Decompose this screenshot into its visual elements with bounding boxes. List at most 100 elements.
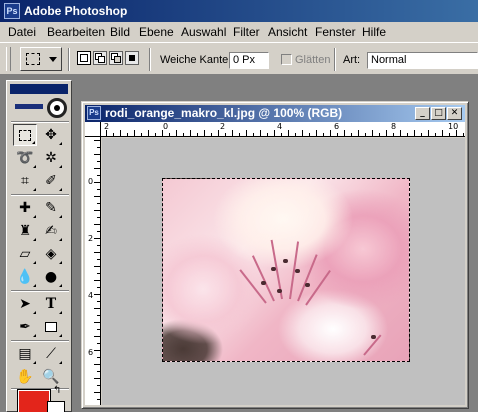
- hruler-tick: [330, 130, 331, 136]
- hruler-tick: [148, 130, 149, 136]
- menu-ebene[interactable]: Ebene: [139, 25, 174, 39]
- swap-colors-icon[interactable]: ↰: [53, 385, 61, 396]
- hruler-tick: [281, 133, 282, 136]
- magic-wand-tool-icon[interactable]: ✲: [39, 147, 63, 169]
- foreground-color-swatch[interactable]: [17, 389, 51, 412]
- healing-brush-tool-icon[interactable]: ✚: [13, 197, 37, 219]
- hruler-tick: [218, 130, 219, 136]
- photoshop-app-icon[interactable]: Ps: [4, 3, 20, 19]
- vruler-tick: [94, 266, 100, 267]
- menu-auswahl[interactable]: Auswahl: [181, 25, 226, 39]
- vruler-tick: [94, 378, 100, 379]
- menu-datei[interactable]: Datei: [8, 25, 36, 39]
- hruler-tick: [386, 130, 387, 136]
- hruler-tick: [393, 133, 394, 136]
- app-title: Adobe Photoshop: [24, 4, 128, 18]
- hruler-tick: [421, 133, 422, 136]
- vertical-ruler[interactable]: 0 2 4 6: [85, 137, 101, 405]
- hruler-tick: [183, 133, 184, 136]
- vruler-tick: [94, 364, 100, 365]
- hruler-tick: [365, 133, 366, 136]
- eye-icon: [47, 98, 67, 118]
- vruler-tick: [97, 203, 100, 204]
- blur-tool-icon[interactable]: 💧: [13, 266, 37, 288]
- menu-ansicht[interactable]: Ansicht: [268, 25, 307, 39]
- hruler-tick: [449, 133, 450, 136]
- lasso-tool-icon[interactable]: ➰: [13, 147, 37, 169]
- pen-tool-icon[interactable]: ✒: [13, 316, 37, 338]
- horizontal-ruler[interactable]: 2 0 2 4 6 8 10: [101, 122, 465, 137]
- vruler-label: 0: [88, 177, 94, 186]
- hruler-tick: [141, 133, 142, 136]
- hruler-tick: [407, 133, 408, 136]
- maximize-button[interactable]: □: [431, 107, 446, 120]
- subtract-selection-button[interactable]: [109, 51, 123, 65]
- vruler-tick: [97, 399, 100, 400]
- menu-bearbeiten[interactable]: Bearbeiten: [47, 25, 105, 39]
- eraser-tool-icon[interactable]: ▱: [13, 243, 37, 265]
- hand-tool-icon[interactable]: ✋: [13, 366, 37, 388]
- new-selection-icon: [80, 54, 88, 62]
- type-tool-icon[interactable]: T: [39, 293, 63, 315]
- add-selection-button[interactable]: [93, 51, 107, 65]
- minimize-icon: _: [420, 108, 425, 118]
- anther: [283, 259, 288, 263]
- paint-bucket-tool-icon[interactable]: ◈: [39, 243, 63, 265]
- hruler-tick: [106, 130, 107, 136]
- hruler-tick: [253, 133, 254, 136]
- background-color-swatch[interactable]: [47, 401, 65, 412]
- style-select[interactable]: Normal: [367, 52, 478, 69]
- dodge-tool-icon[interactable]: ●: [39, 266, 63, 288]
- brush-tool-icon[interactable]: ✎: [39, 197, 63, 219]
- close-button[interactable]: ✕: [447, 107, 462, 120]
- ruler-origin[interactable]: [85, 122, 101, 137]
- vruler-label: 6: [88, 348, 94, 357]
- hruler-tick: [414, 130, 415, 136]
- path-selection-tool-icon[interactable]: ➤: [13, 293, 37, 315]
- slice-tool-icon[interactable]: ✐: [39, 170, 63, 192]
- menu-hilfe[interactable]: Hilfe: [362, 25, 386, 39]
- rectangle-tool-icon[interactable]: [39, 316, 63, 338]
- divider: [11, 121, 69, 123]
- options-grip[interactable]: [6, 47, 11, 71]
- hruler-tick: [113, 133, 114, 136]
- vruler-tick: [97, 357, 100, 358]
- crop-tool-icon[interactable]: ⌗: [13, 170, 37, 192]
- anther: [295, 269, 300, 273]
- feather-input[interactable]: 0 Px: [229, 52, 269, 69]
- canvas-area[interactable]: [102, 138, 465, 405]
- move-tool-icon[interactable]: ✥: [39, 124, 63, 146]
- vruler-tick: [94, 140, 100, 141]
- new-selection-button[interactable]: [77, 51, 91, 65]
- antialias-checkbox[interactable]: [281, 54, 292, 65]
- eyedropper-tool-icon[interactable]: ⟋: [39, 343, 63, 365]
- menu-bild[interactable]: Bild: [110, 25, 130, 39]
- intersect-selection-button[interactable]: [125, 51, 139, 65]
- adobe-online-button[interactable]: [13, 97, 69, 119]
- feather-label: Weiche Kante:: [160, 54, 232, 66]
- flower-photo[interactable]: [162, 178, 410, 362]
- document-titlebar[interactable]: Ps rodi_orange_makro_kl.jpg @ 100% (RGB)…: [85, 105, 465, 122]
- menu-filter[interactable]: Filter: [233, 25, 260, 39]
- hruler-tick: [134, 130, 135, 136]
- photoshop-doc-icon[interactable]: Ps: [87, 106, 101, 120]
- vruler-tick: [97, 315, 100, 316]
- notes-tool-icon[interactable]: ▤: [13, 343, 37, 365]
- clone-stamp-tool-icon[interactable]: ♜: [13, 220, 37, 242]
- tool-preset-picker[interactable]: [20, 47, 62, 71]
- hruler-tick: [162, 130, 163, 136]
- hruler-tick: [197, 133, 198, 136]
- menu-fenster[interactable]: Fenster: [315, 25, 356, 39]
- vruler-tick: [94, 182, 100, 183]
- hruler-tick: [204, 130, 205, 136]
- divider: [149, 48, 151, 71]
- vruler-tick: [97, 385, 100, 386]
- toolbox-titlebar[interactable]: [10, 84, 68, 94]
- history-brush-tool-icon[interactable]: ✍: [39, 220, 63, 242]
- hruler-tick: [239, 133, 240, 136]
- marquee-tool-icon[interactable]: [13, 124, 37, 146]
- vruler-tick: [97, 259, 100, 260]
- divider: [11, 194, 69, 196]
- vruler-tick: [97, 189, 100, 190]
- minimize-button[interactable]: _: [415, 107, 430, 120]
